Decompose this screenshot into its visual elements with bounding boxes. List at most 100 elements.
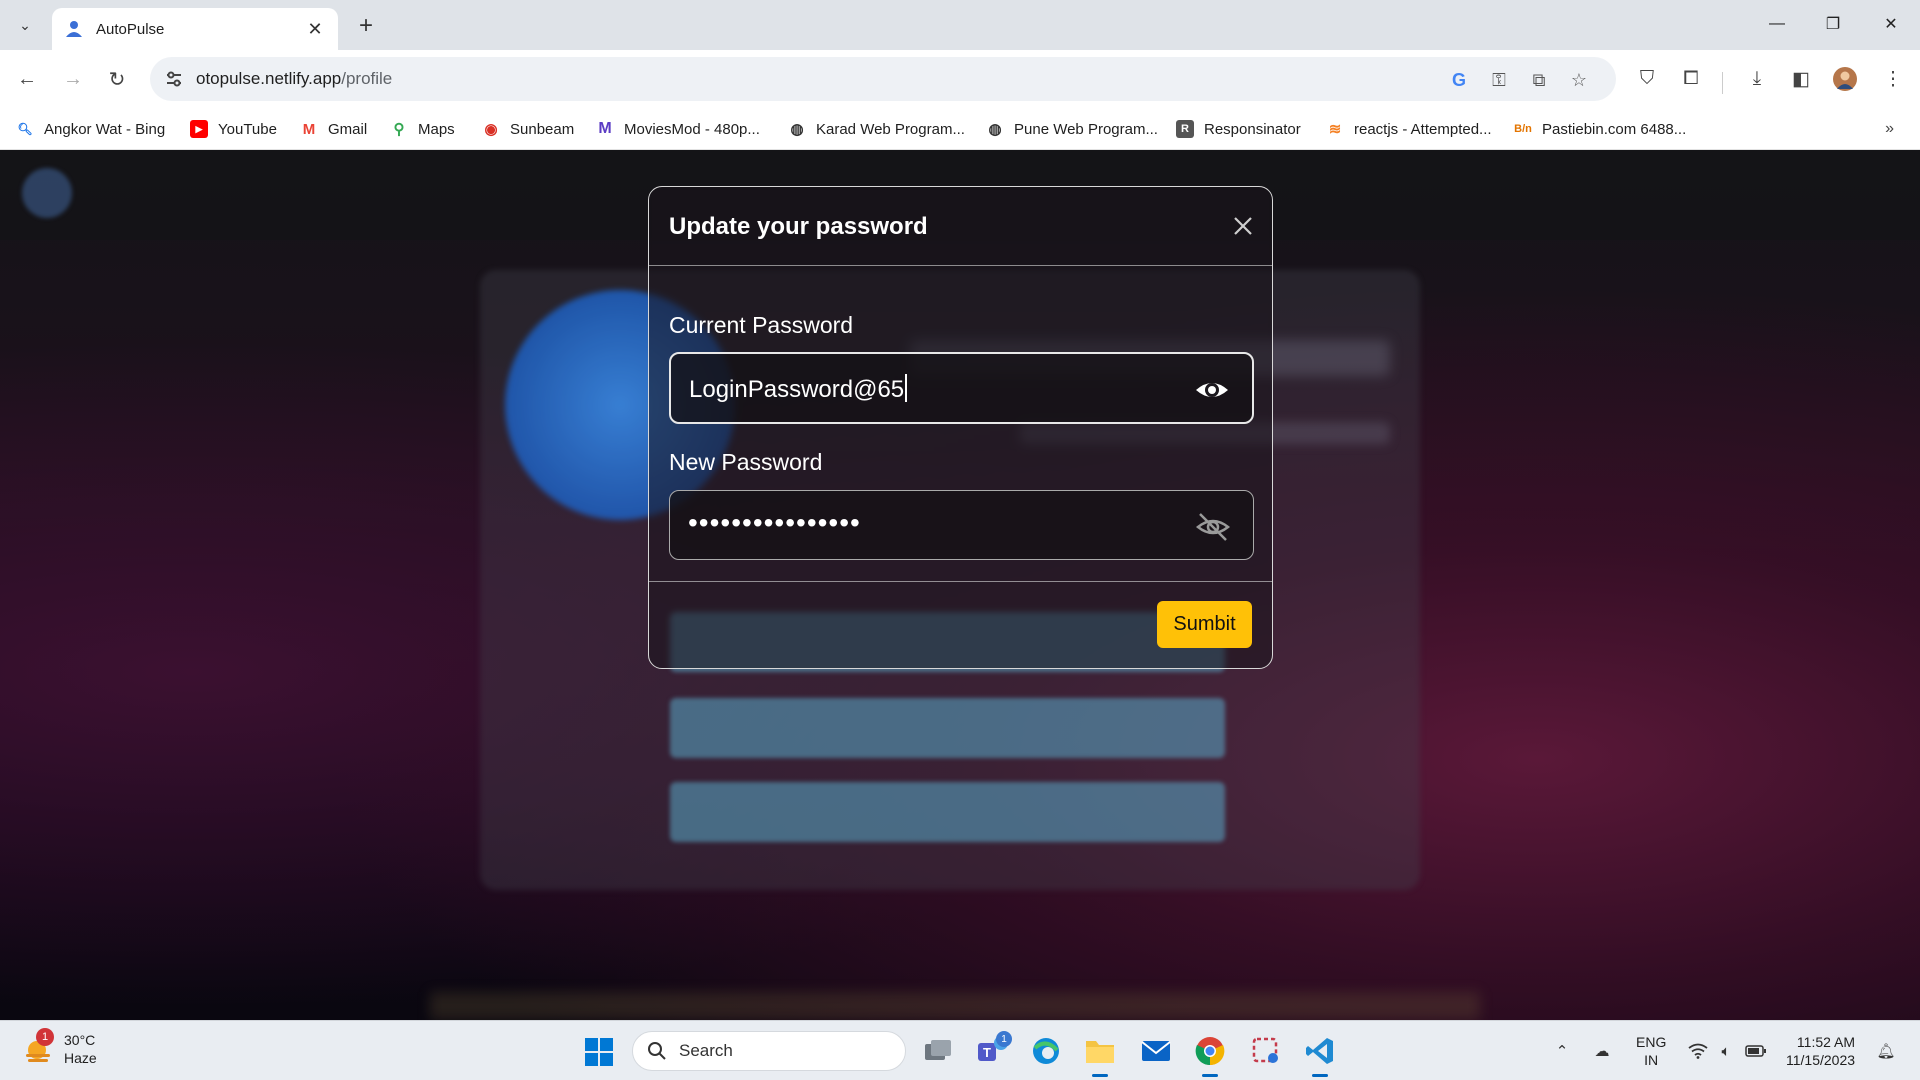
downloads-icon[interactable]: ⤓: [1740, 62, 1774, 96]
weather-widget[interactable]: 1 30°C Haze: [22, 1028, 97, 1067]
browser-tabstrip: ⌄ AutoPulse ✕ + — ❐ ✕: [0, 0, 1920, 50]
bookmark-item[interactable]: ≋ reactjs - Attempted...: [1326, 116, 1492, 142]
bookmark-star-icon[interactable]: ☆: [1566, 67, 1592, 93]
bookmark-item[interactable]: B/n Pastiebin.com 6488...: [1514, 116, 1686, 142]
chrome-menu-icon[interactable]: ⋮: [1876, 62, 1910, 96]
bookmark-item[interactable]: ◍ Karad Web Program...: [788, 116, 965, 142]
sunbeam-icon: ◉: [484, 121, 498, 138]
teams-badge: 1: [996, 1031, 1012, 1047]
eye-icon[interactable]: [1194, 372, 1230, 408]
reload-button[interactable]: ↻: [100, 62, 134, 96]
tab-close-icon[interactable]: ✕: [304, 19, 326, 40]
weather-sun-haze-icon: 1: [22, 1028, 56, 1066]
bookmark-item[interactable]: ◉ Sunbeam: [482, 116, 574, 142]
wifi-icon[interactable]: [1686, 1039, 1710, 1063]
modal-footer-divider: [649, 581, 1272, 582]
maps-pin-icon: ⚲: [393, 121, 405, 138]
bookmark-item[interactable]: 🔍︎ Angkor Wat - Bing: [16, 116, 165, 142]
forward-button[interactable]: →: [56, 62, 90, 96]
svg-text:T: T: [983, 1045, 991, 1060]
teams-icon[interactable]: T 1: [974, 1031, 1012, 1069]
task-view-icon[interactable]: [920, 1033, 956, 1069]
bookmark-item[interactable]: M MoviesMod - 480p...: [596, 116, 760, 142]
current-password-label: Current Password: [669, 312, 854, 338]
globe-icon: ◍: [790, 121, 804, 138]
snipping-tool-icon[interactable]: [1248, 1033, 1284, 1069]
site-logo: [22, 168, 72, 218]
battery-icon[interactable]: [1744, 1039, 1768, 1063]
extensions-puzzle-icon[interactable]: ⧠: [1674, 62, 1708, 96]
toolbar-divider: [1722, 72, 1723, 94]
password-key-icon[interactable]: ⚿: [1486, 67, 1512, 93]
tab-autopulse[interactable]: AutoPulse ✕: [52, 8, 338, 50]
update-email-button-blurred: [670, 698, 1225, 758]
moviesmod-icon: M: [598, 120, 612, 137]
bookmark-item[interactable]: M Gmail: [300, 116, 367, 142]
language-code: ENG: [1636, 1034, 1667, 1050]
address-bar[interactable]: otopulse.netlify.app/profile G ⚿ ⧉ ☆: [150, 57, 1616, 101]
bookmark-item[interactable]: ◍ Pune Web Program...: [986, 116, 1158, 142]
chrome-icon[interactable]: [1192, 1033, 1228, 1077]
weather-desc: Haze: [64, 1050, 97, 1066]
system-clock[interactable]: 11:52 AM 11/15/2023: [1786, 1033, 1855, 1069]
search-icon: [648, 1042, 666, 1060]
new-password-masked-value: ••••••••••••••••: [688, 507, 861, 538]
search-label: Search: [679, 1041, 733, 1060]
text-caret: [905, 374, 908, 402]
new-tab-button[interactable]: +: [350, 10, 382, 42]
autopulse-favicon-icon: [66, 21, 82, 37]
close-icon[interactable]: [1228, 211, 1258, 241]
restore-button[interactable]: ❐: [1808, 8, 1858, 40]
update-password-button-blurred: [670, 782, 1225, 842]
browser-toolbar: ← → ↻ otopulse.netlify.app/profile G ⚿ ⧉…: [0, 50, 1920, 108]
modal-header: Update your password: [649, 187, 1272, 266]
submit-button[interactable]: Sumbit: [1157, 601, 1252, 648]
windows-taskbar: 1 30°C Haze Search T 1 ⌃ ☁ ENG IN 🔈︎ 11:…: [0, 1020, 1920, 1080]
side-panel-icon[interactable]: ◧: [1784, 62, 1818, 96]
notification-bell-icon[interactable]: 🔔︎: [1874, 1039, 1898, 1063]
tab-search-chevron-icon[interactable]: ⌄: [12, 12, 38, 38]
weather-text: 30°C Haze: [64, 1031, 97, 1067]
clock-time: 11:52 AM: [1796, 1034, 1856, 1050]
site-settings-icon[interactable]: [160, 65, 188, 93]
edge-icon[interactable]: [1028, 1033, 1064, 1069]
vscode-icon[interactable]: [1302, 1033, 1338, 1077]
bookmarks-bar: 🔍︎ Angkor Wat - Bing ▶ YouTube M Gmail ⚲ Map…: [0, 108, 1920, 150]
mail-icon[interactable]: [1138, 1033, 1174, 1069]
weather-notification-badge: 1: [36, 1028, 54, 1046]
update-password-modal: Update your password Current Password Lo…: [648, 186, 1273, 669]
responsinator-icon: R: [1176, 120, 1194, 138]
taskbar-search-box[interactable]: Search: [632, 1031, 906, 1071]
google-lens-icon[interactable]: G: [1446, 67, 1472, 93]
modal-title: Update your password: [669, 213, 928, 240]
stackoverflow-icon: ≋: [1328, 121, 1342, 138]
tab-title: AutoPulse: [96, 20, 165, 38]
weather-temp: 30°C: [64, 1032, 96, 1048]
region-code: IN: [1644, 1052, 1659, 1068]
bing-search-icon: 🔍︎: [17, 122, 33, 136]
close-window-button[interactable]: ✕: [1866, 8, 1916, 40]
gmail-icon: M: [302, 120, 316, 138]
clock-date: 11/15/2023: [1786, 1052, 1856, 1068]
page-footer-blurred: [430, 992, 1480, 1020]
back-button[interactable]: ←: [10, 62, 44, 96]
minimize-button[interactable]: —: [1752, 8, 1802, 40]
bookmark-item[interactable]: ▶ YouTube: [190, 116, 277, 142]
shield-extension-icon[interactable]: ⛉: [1630, 62, 1664, 96]
install-app-icon[interactable]: ⧉: [1526, 67, 1552, 93]
bookmark-item[interactable]: R Responsinator: [1176, 116, 1301, 142]
tray-chevron-up-icon[interactable]: ⌃: [1550, 1039, 1574, 1063]
eye-slash-icon[interactable]: [1195, 509, 1231, 545]
onedrive-icon[interactable]: ☁: [1590, 1039, 1614, 1063]
url-text: otopulse.netlify.app/profile: [196, 69, 393, 88]
windows-start-icon[interactable]: [584, 1037, 614, 1067]
profile-avatar[interactable]: [1828, 62, 1862, 96]
language-indicator[interactable]: ENG IN: [1636, 1033, 1666, 1069]
new-password-field[interactable]: ••••••••••••••••: [669, 490, 1254, 560]
file-explorer-icon[interactable]: [1082, 1033, 1118, 1077]
current-password-field[interactable]: LoginPassword@65: [669, 352, 1254, 424]
bookmark-item[interactable]: ⚲ Maps: [390, 116, 455, 142]
volume-icon[interactable]: 🔈︎: [1714, 1039, 1738, 1063]
more-bookmarks-chevron-icon[interactable]: »: [1885, 120, 1894, 138]
new-password-label: New Password: [669, 449, 823, 475]
